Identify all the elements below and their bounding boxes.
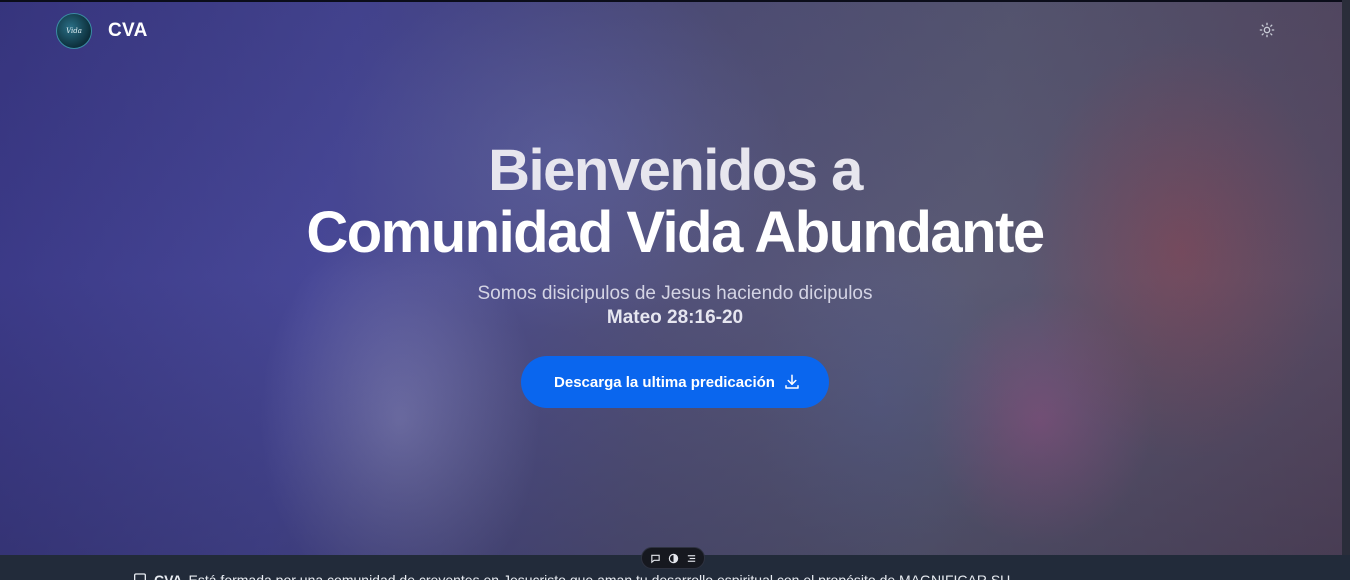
download-sermon-label: Descarga la ultima predicación (554, 373, 775, 391)
hero-title-line-1: Bienvenidos a (488, 138, 863, 203)
about-brand: CVA (154, 572, 183, 580)
chat-icon (650, 554, 660, 563)
hero-verse: Mateo 28:16-20 (606, 307, 744, 328)
about-text: CVA Está formada por una comunidad de cr… (132, 572, 1022, 580)
hero-title-line-2: Comunidad Vida Abundante (306, 200, 1045, 265)
contrast-button[interactable] (665, 550, 681, 566)
theme-toggle-button[interactable] (1256, 19, 1278, 41)
logo: Vida (56, 13, 92, 49)
home-link[interactable]: Vida CVA (56, 13, 148, 49)
sun-icon (1259, 22, 1275, 38)
page: Vida CVA Bienvenidos a Comunidad Vida Ab… (0, 0, 1350, 580)
navbar: Vida CVA (0, 0, 1342, 60)
contrast-icon (668, 553, 678, 563)
list-icon (687, 554, 695, 562)
hero-subtitle: Somos disicipulos de Jesus haciendo dici… (477, 283, 873, 304)
chat-button[interactable] (647, 550, 663, 566)
hero-content: Bienvenidos a Comunidad Vida Abundante S… (0, 140, 1350, 408)
book-icon (134, 573, 146, 580)
floating-toolbar (641, 547, 705, 569)
brand-name: CVA (108, 20, 148, 41)
download-sermon-button[interactable]: Descarga la ultima predicación (521, 356, 829, 408)
logo-text: Vida (66, 26, 82, 35)
about-description: Está formada por una comunidad de creyen… (188, 572, 1022, 580)
download-icon (785, 374, 799, 389)
list-button[interactable] (683, 550, 699, 566)
